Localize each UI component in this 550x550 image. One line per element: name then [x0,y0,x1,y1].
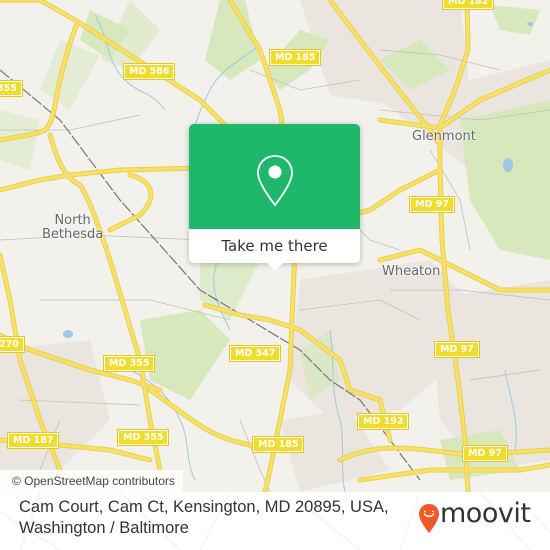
take-me-there-button[interactable]: Take me there [189,229,360,263]
address-line-1: Cam Court, Cam Ct, Kensington, MD 20895,… [19,498,389,516]
route-shield-md-187: MD 187 [6,432,60,449]
popup-pointer [267,263,283,271]
route-shield-md-97: MD 97 [409,196,455,213]
route-shield-md-192: MD 192 [356,413,410,430]
map-attribution[interactable]: © OpenStreetMap contributors [0,470,183,492]
place-label-glenmont: Glenmont [412,129,476,144]
address-text: Cam Court, Cam Ct, Kensington, MD 20895,… [19,497,389,539]
route-shield-355: 355 [0,80,23,97]
place-label-wheaton: Wheaton [382,264,441,279]
route-shield-md-185: MD 185 [268,49,322,66]
route-shield-md-355: MD 355 [102,355,156,372]
route-shield-md-97: MD 97 [434,341,480,358]
route-shield-md-586: MD 586 [122,63,176,80]
moovit-logo-text: moovit [440,498,531,529]
map-pin-icon [257,155,293,207]
route-shield-270: 270 [0,336,25,353]
route-shield-md-97: MD 97 [462,445,508,462]
footer: Cam Court, Cam Ct, Kensington, MD 20895,… [0,492,550,550]
place-label-north-bethesda: North Bethesda [42,213,104,242]
route-shield-md-547: MD 547 [228,345,282,362]
route-shield-md-355: MD 355 [116,429,170,446]
moovit-pin-icon [419,504,439,533]
location-popup: Take me there [189,124,360,271]
address-line-2: Washington / Baltimore [19,519,189,537]
map-view[interactable]: MD 586 MD 185 MD 182 355 MD 97 270 MD 35… [0,0,550,492]
popup-header [189,124,360,229]
route-shield-md-182: MD 182 [441,0,495,10]
route-shield-md-185: MD 185 [251,436,305,453]
